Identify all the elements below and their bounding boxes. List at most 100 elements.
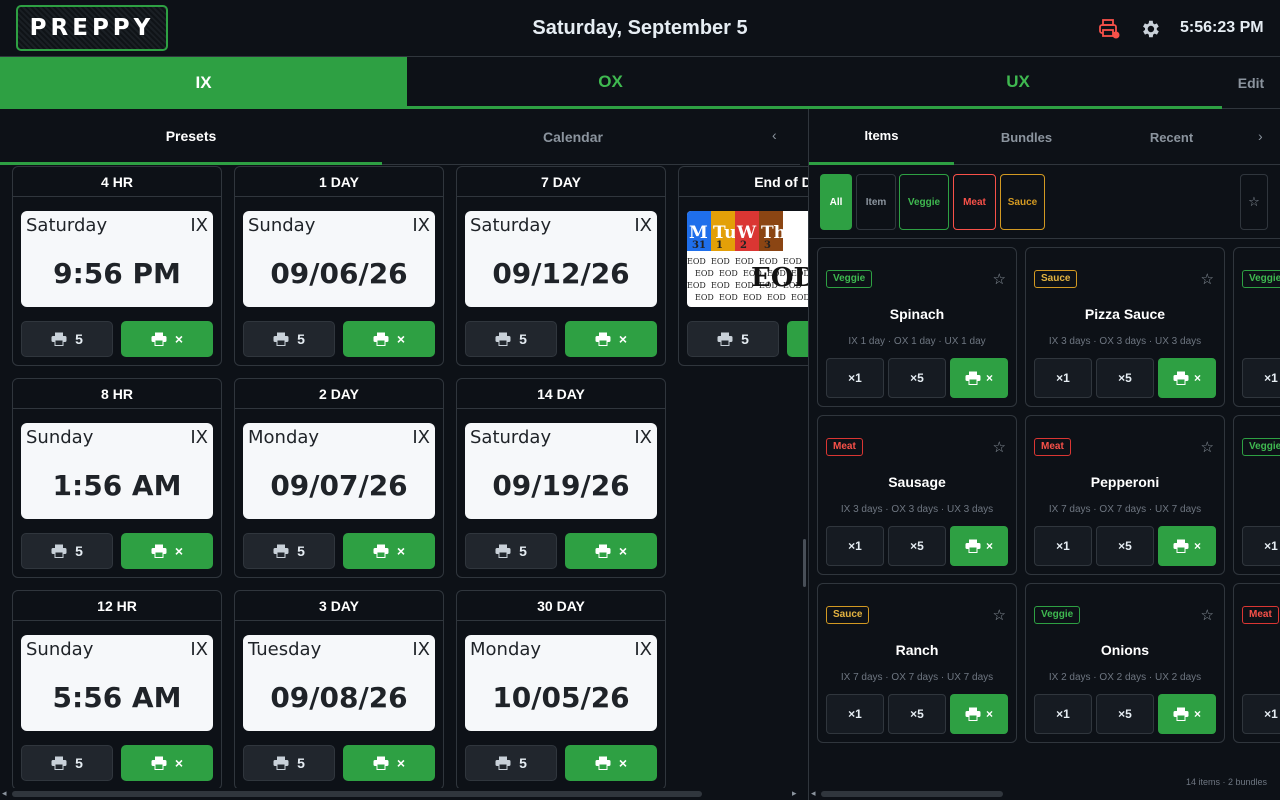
scrollbar-thumb[interactable] <box>821 791 1003 797</box>
print-button[interactable]: × <box>565 321 657 357</box>
tab-zone-ix[interactable]: IX <box>0 57 407 109</box>
preset-title: 2 DAY <box>235 379 443 409</box>
print-x1-button[interactable]: ×1 <box>826 358 884 398</box>
print-button[interactable]: × <box>787 321 808 357</box>
print-x1-button[interactable]: ×1 <box>1242 358 1280 398</box>
preset-title: 12 HR <box>13 591 221 621</box>
filter-sauce[interactable]: Sauce <box>1000 174 1045 230</box>
panel-resize-handle[interactable] <box>803 539 806 587</box>
label-preview[interactable]: Saturday IX 9:56 PM <box>21 211 213 307</box>
label-preview[interactable]: Monday IX 09/07/26 <box>243 423 435 519</box>
label-preview[interactable]: Sunday IX 1:56 AM <box>21 423 213 519</box>
tab-zone-ux[interactable]: UX <box>814 57 1222 109</box>
print-x1-button[interactable]: ×1 <box>1242 526 1280 566</box>
chevron-right-icon[interactable]: › <box>1258 128 1263 144</box>
print-x5-button[interactable]: ×5 <box>888 694 946 734</box>
item-card[interactable]: Sauce ☆ Ranch IX 7 days · OX 7 days · UX 7 … <box>817 583 1017 743</box>
print-button[interactable]: × <box>343 745 435 781</box>
print-x1-button[interactable]: ×1 <box>826 694 884 734</box>
category-filters: All Item Veggie Meat Sauce ☆ <box>809 165 1280 239</box>
item-card[interactable]: Meat☆×1×5× <box>1233 583 1280 743</box>
print-button[interactable]: × <box>121 745 213 781</box>
print-button[interactable]: × <box>950 694 1008 734</box>
scroll-left-icon[interactable]: ◂ <box>2 788 7 799</box>
print-button[interactable]: × <box>1158 694 1216 734</box>
gear-icon[interactable] <box>1139 18 1161 40</box>
scrollbar-thumb[interactable] <box>12 791 702 797</box>
label-preview[interactable]: Saturday IX 09/19/26 <box>465 423 657 519</box>
print-button[interactable]: × <box>121 533 213 569</box>
print-x1-button[interactable]: ×1 <box>1034 526 1092 566</box>
print-button[interactable]: × <box>950 526 1008 566</box>
print-x5-button[interactable]: ×5 <box>1096 694 1154 734</box>
item-card[interactable]: Veggie ☆ Spinach IX 1 day · OX 1 day · UX 1… <box>817 247 1017 407</box>
print-x1-button[interactable]: ×1 <box>826 526 884 566</box>
print-count-button[interactable]: 5 <box>21 745 113 781</box>
chevron-left-icon[interactable]: ‹ <box>772 127 777 143</box>
item-card[interactable]: Meat ☆ Pepperoni IX 7 days · OX 7 days · UX… <box>1025 415 1225 575</box>
label-preview[interactable]: Monday IX 10/05/26 <box>465 635 657 731</box>
print-count-button[interactable]: 5 <box>21 533 113 569</box>
star-icon[interactable]: ☆ <box>993 438 1006 456</box>
tab-zone-ox[interactable]: OX <box>407 57 814 109</box>
tab-presets[interactable]: Presets <box>0 109 382 165</box>
item-card[interactable]: Veggie☆IX 7×1×5× <box>1233 415 1280 575</box>
print-button[interactable]: × <box>565 533 657 569</box>
print-button[interactable]: × <box>950 358 1008 398</box>
print-button[interactable]: × <box>121 321 213 357</box>
print-count-button[interactable]: 5 <box>465 321 557 357</box>
print-multiplier: × <box>985 539 993 553</box>
print-count-button[interactable]: 5 <box>465 745 557 781</box>
scroll-left-icon[interactable]: ◂ <box>811 788 816 799</box>
star-icon[interactable]: ☆ <box>1201 270 1214 288</box>
filter-meat[interactable]: Meat <box>953 174 996 230</box>
print-x5-button[interactable]: ×5 <box>888 358 946 398</box>
print-count-button[interactable]: 5 <box>243 533 335 569</box>
presets-scrollbar[interactable]: ◂ ▸ <box>0 788 808 800</box>
print-x5-button[interactable]: ×5 <box>1096 526 1154 566</box>
tab-recent[interactable]: Recent <box>1099 109 1244 165</box>
tab-bundles[interactable]: Bundles <box>954 109 1099 165</box>
print-button[interactable]: × <box>1158 526 1216 566</box>
filter-item[interactable]: Item <box>856 174 896 230</box>
label-preview[interactable]: Sunday IX 5:56 AM <box>21 635 213 731</box>
print-count-button[interactable]: 5 <box>687 321 779 357</box>
filter-veggie[interactable]: Veggie <box>899 174 949 230</box>
print-button[interactable]: × <box>565 745 657 781</box>
filter-favorites-star-icon[interactable]: ☆ <box>1240 174 1268 230</box>
star-icon[interactable]: ☆ <box>1201 606 1214 624</box>
tab-calendar[interactable]: Calendar <box>382 109 764 165</box>
label-preview[interactable]: Sunday IX 09/06/26 <box>243 211 435 307</box>
item-card[interactable]: Sauce ☆ Pizza Sauce IX 3 days · OX 3 days ·… <box>1025 247 1225 407</box>
item-card[interactable]: Meat ☆ Sausage IX 3 days · OX 3 days · UX 3… <box>817 415 1017 575</box>
label-preview[interactable]: Tuesday IX 09/08/26 <box>243 635 435 731</box>
print-x5-button[interactable]: ×5 <box>1096 358 1154 398</box>
tab-items[interactable]: Items <box>809 109 954 165</box>
star-icon[interactable]: ☆ <box>1201 438 1214 456</box>
preset-title: 7 DAY <box>457 167 665 197</box>
print-button[interactable]: × <box>343 533 435 569</box>
items-scrollbar[interactable]: ◂ <box>809 788 1280 800</box>
print-count-button[interactable]: 5 <box>21 321 113 357</box>
printer-alert-icon[interactable] <box>1098 18 1120 40</box>
print-x1-button[interactable]: ×1 <box>1242 694 1280 734</box>
print-x5-button[interactable]: ×5 <box>888 526 946 566</box>
star-icon[interactable]: ☆ <box>993 270 1006 288</box>
scroll-right-icon[interactable]: ▸ <box>792 788 797 799</box>
print-count-button[interactable]: 5 <box>243 321 335 357</box>
print-count-button[interactable]: 5 <box>465 533 557 569</box>
print-count: 5 <box>75 543 83 559</box>
edit-zones-button[interactable]: Edit <box>1222 57 1280 109</box>
item-card[interactable]: Veggie ☆ Onions IX 2 days · OX 2 days · UX … <box>1025 583 1225 743</box>
filter-all[interactable]: All <box>820 174 852 230</box>
preset-title: 8 HR <box>13 379 221 409</box>
label-preview[interactable]: Saturday IX 09/12/26 <box>465 211 657 307</box>
print-x1-button[interactable]: ×1 <box>1034 694 1092 734</box>
label-expiry: 09/12/26 <box>492 257 630 290</box>
print-button[interactable]: × <box>343 321 435 357</box>
print-count-button[interactable]: 5 <box>243 745 335 781</box>
star-icon[interactable]: ☆ <box>993 606 1006 624</box>
item-card[interactable]: Veggie☆IX 2×1×5× <box>1233 247 1280 407</box>
print-x1-button[interactable]: ×1 <box>1034 358 1092 398</box>
print-button[interactable]: × <box>1158 358 1216 398</box>
